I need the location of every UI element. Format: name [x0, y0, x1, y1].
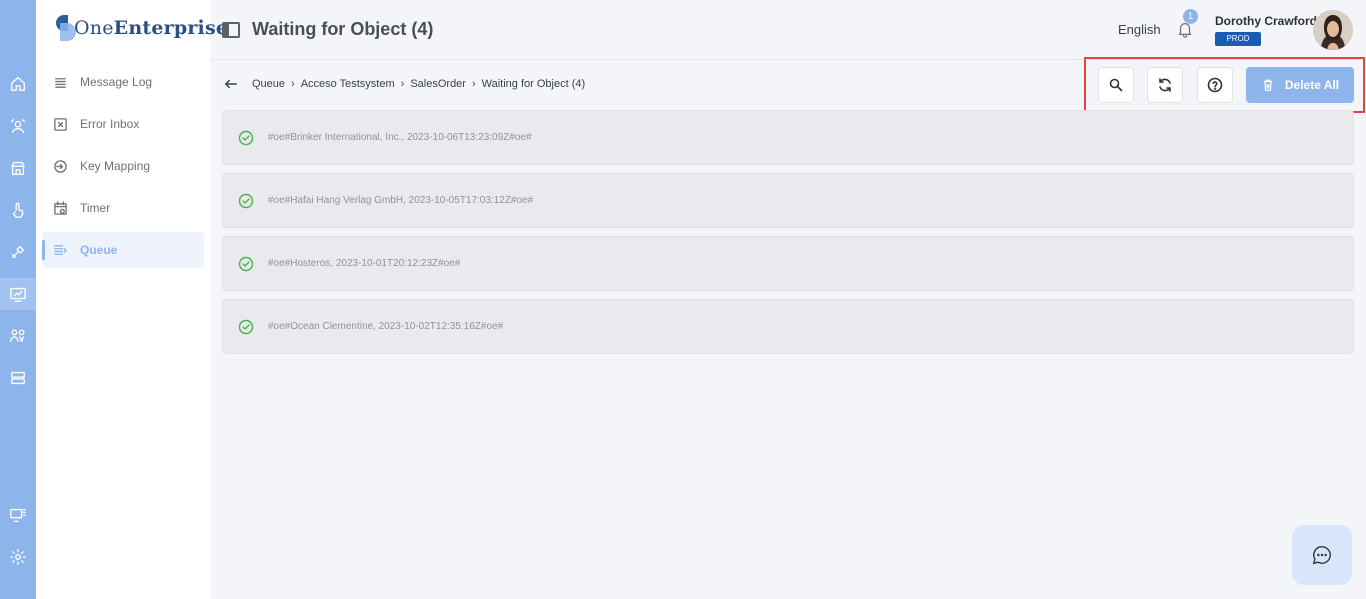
environment-badge: PROD: [1215, 32, 1261, 46]
delete-all-label: Delete All: [1284, 78, 1340, 92]
sidebar-item-label: Queue: [80, 243, 118, 257]
sidebar-item-error-inbox[interactable]: Error Inbox: [42, 106, 204, 142]
monitor-chart-icon[interactable]: [0, 278, 36, 310]
search-icon: [1109, 78, 1123, 92]
store-icon[interactable]: [8, 158, 28, 178]
chat-icon: [1312, 546, 1331, 565]
notification-badge: 1: [1183, 9, 1198, 24]
list-item[interactable]: #oe#Hafai Hang Verlag GmbH, 2023-10-05T1…: [222, 173, 1354, 228]
page-title: Waiting for Object (4): [252, 19, 434, 39]
sidebar-item-label: Timer: [80, 201, 111, 215]
queue-icon: [52, 242, 68, 258]
list-item-text: #oe#Brinker International, Inc., 2023-10…: [268, 132, 532, 143]
list-item[interactable]: #oe#Ocean Clementine, 2023-10-02T12:35:1…: [222, 299, 1354, 354]
user-name[interactable]: Dorothy Crawford: [1215, 14, 1317, 28]
list-item[interactable]: #oe#Hosteros, 2023-10-01T20:12:23Z#oe#: [222, 236, 1354, 291]
key-icon: [52, 158, 68, 174]
people-icon[interactable]: [8, 326, 28, 346]
sidebar-item-label: Error Inbox: [80, 117, 140, 131]
list-item[interactable]: #oe#Brinker International, Inc., 2023-10…: [222, 110, 1354, 165]
breadcrumb-queue[interactable]: Queue: [252, 78, 285, 90]
avatar[interactable]: [1313, 10, 1353, 50]
list-icon: [52, 74, 68, 90]
trash-icon: [1263, 79, 1273, 91]
server-icon[interactable]: [8, 368, 28, 388]
settings-icon[interactable]: [8, 547, 28, 567]
sidebar-nav: Message Log Error Inbox Key Mapping Time…: [42, 64, 204, 274]
sidebar-item-timer[interactable]: Timer: [42, 190, 204, 226]
language-selector[interactable]: English: [1118, 22, 1161, 37]
list-item-text: #oe#Hafai Hang Verlag GmbH, 2023-10-05T1…: [268, 195, 534, 206]
chevron-right-icon: ›: [291, 78, 295, 90]
breadcrumb-system[interactable]: Acceso Testsystem: [301, 78, 395, 90]
check-circle-icon: [238, 193, 254, 209]
help-icon: [1207, 77, 1223, 93]
breadcrumb-current: Waiting for Object (4): [481, 78, 586, 90]
home-icon[interactable]: [8, 74, 28, 94]
check-circle-icon: [238, 130, 254, 146]
list-item-text: #oe#Ocean Clementine, 2023-10-02T12:35:1…: [268, 321, 504, 332]
logo-mark-icon: [52, 13, 76, 43]
tools-icon[interactable]: [8, 242, 28, 262]
logo-text: OneEnterprise: [74, 17, 229, 39]
breadcrumb-entity[interactable]: SalesOrder: [410, 78, 466, 90]
back-arrow-icon[interactable]: [224, 76, 240, 92]
sidebar-item-message-log[interactable]: Message Log: [42, 64, 204, 100]
check-circle-icon: [238, 319, 254, 335]
search-button[interactable]: [1098, 67, 1134, 103]
refresh-button[interactable]: [1147, 67, 1183, 103]
header: Waiting for Object (4) English 1 Dorothy…: [210, 0, 1366, 60]
timer-icon: [52, 200, 68, 216]
user-sync-icon[interactable]: [8, 116, 28, 136]
desktop-grid-icon[interactable]: [8, 505, 28, 525]
app-logo[interactable]: OneEnterprise: [52, 8, 228, 48]
sidebar-item-queue[interactable]: Queue: [42, 232, 204, 268]
delete-all-button[interactable]: Delete All: [1246, 67, 1354, 103]
error-inbox-icon: [52, 116, 68, 132]
queue-list: #oe#Brinker International, Inc., 2023-10…: [222, 110, 1354, 362]
icon-rail: [0, 0, 36, 599]
check-circle-icon: [238, 256, 254, 272]
sidebar-item-key-mapping[interactable]: Key Mapping: [42, 148, 204, 184]
chevron-right-icon: ›: [471, 78, 476, 90]
list-item-text: #oe#Hosteros, 2023-10-01T20:12:23Z#oe#: [268, 258, 461, 269]
sidebar-item-label: Key Mapping: [80, 159, 151, 173]
sidebar: OneEnterprise Message Log Error Inbox Ke…: [36, 0, 228, 599]
help-button[interactable]: [1197, 67, 1233, 103]
touch-icon[interactable]: [8, 200, 28, 220]
breadcrumb: Queue › Acceso Testsystem › SalesOrder ›…: [252, 78, 585, 90]
panel-toggle-icon[interactable]: [222, 22, 240, 38]
chevron-right-icon: ›: [400, 78, 405, 90]
chat-button[interactable]: [1292, 525, 1352, 585]
sidebar-item-label: Message Log: [80, 75, 153, 89]
refresh-icon: [1159, 78, 1171, 92]
